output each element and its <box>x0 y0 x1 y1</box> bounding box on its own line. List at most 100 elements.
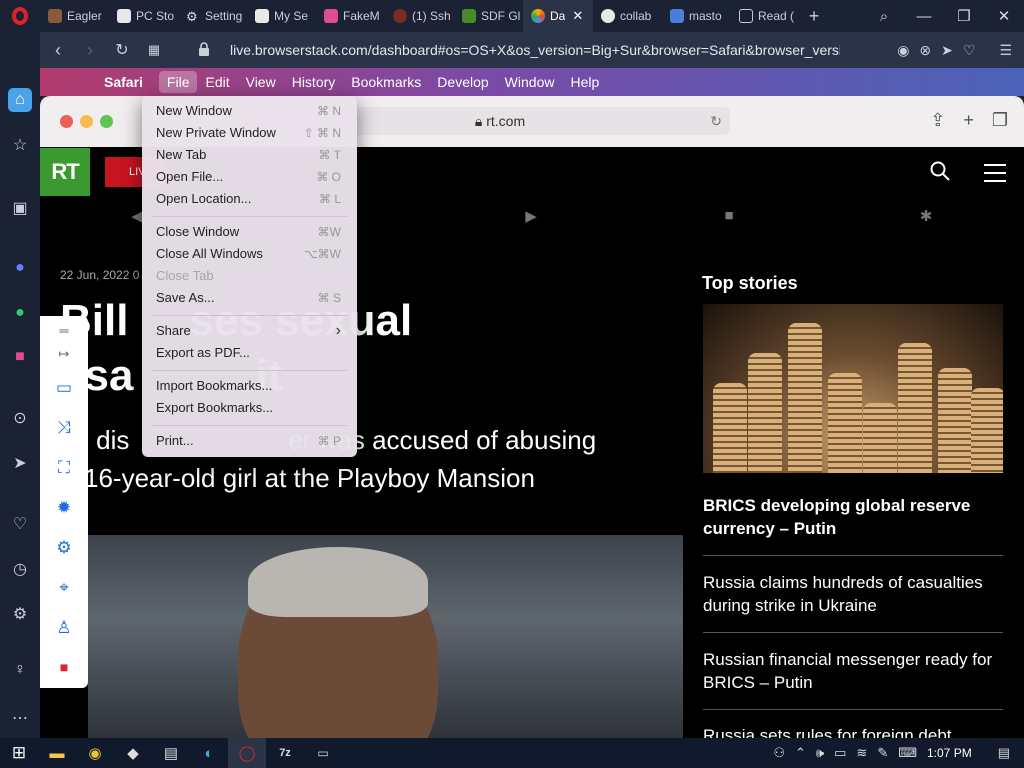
vk-icon[interactable]: ✱ <box>915 207 937 225</box>
hamburger-menu-icon[interactable] <box>984 164 1006 188</box>
store-icon[interactable]: ▤ <box>152 738 190 768</box>
speed-dial-grid-icon[interactable]: ▦ <box>138 42 170 58</box>
drag-handle-icon[interactable]: ═ <box>52 318 76 342</box>
menu-item-open-file[interactable]: Open File... ⌘ O <box>156 167 341 187</box>
story-link[interactable]: BRICS developing global reserve currency… <box>703 494 1003 540</box>
clock[interactable]: 1:07 PM <box>927 746 972 760</box>
star-icon[interactable]: ☆ <box>8 133 32 157</box>
stop-session-icon[interactable]: ⏹ <box>52 656 76 680</box>
player-icon[interactable]: ⊙ <box>8 406 32 430</box>
restore-icon[interactable]: ❐ <box>944 7 984 25</box>
switch-device-icon[interactable]: ▭ <box>52 376 76 400</box>
menu-item-export-bookmarks[interactable]: Export Bookmarks... <box>156 398 341 418</box>
tab[interactable]: (1) Ssh <box>385 0 454 32</box>
close-window-icon[interactable]: ✕ <box>984 7 1024 25</box>
menu-develop[interactable]: Develop <box>429 71 496 93</box>
tab-search-icon[interactable]: ⌕ <box>864 8 904 25</box>
top-story-image[interactable] <box>703 304 1003 473</box>
tab[interactable]: My Se <box>247 0 316 32</box>
switch-browser-icon[interactable]: ⤨ <box>52 416 76 440</box>
windows-start-icon[interactable]: ⊞ <box>0 738 38 768</box>
people-icon[interactable]: ⚇ <box>773 745 785 761</box>
instagram-icon[interactable]: ■ <box>8 345 32 369</box>
location-pin-icon[interactable]: ⌖ <box>52 576 76 600</box>
chrome-icon[interactable]: ◉ <box>76 738 114 768</box>
menu-app-name[interactable]: Safari <box>96 71 151 93</box>
menu-help[interactable]: Help <box>562 71 607 93</box>
tab-overview-icon[interactable]: ❐ <box>992 110 1008 131</box>
wifi-icon[interactable]: ≋ <box>856 745 867 761</box>
close-tab-icon[interactable]: ✕ <box>572 8 583 24</box>
network-icon[interactable]: ▭ <box>834 745 846 761</box>
menu-file[interactable]: File <box>158 71 198 93</box>
story-link[interactable]: Russia sets rules for foreign debt <box>703 724 1003 738</box>
story-link[interactable]: Russian financial messenger ready for BR… <box>703 648 1003 694</box>
menu-item-save-as[interactable]: Save As... ⌘ S <box>156 288 341 308</box>
menu-item-close-all-windows[interactable]: Close All Windows ⌥⌘W <box>156 244 341 264</box>
rt-logo[interactable]: RT <box>40 148 90 196</box>
bug-report-icon[interactable]: ✹ <box>52 496 76 520</box>
menu-view[interactable]: View <box>238 71 284 93</box>
site-search-icon[interactable] <box>930 161 950 181</box>
tab[interactable]: FakeM <box>316 0 385 32</box>
heart-icon[interactable]: ♡ <box>8 512 32 536</box>
menu-item-close-window[interactable]: Close Window ⌘W <box>156 222 341 242</box>
menu-item-print[interactable]: Print... ⌘ P <box>156 431 341 451</box>
adblock-icon[interactable]: ⊗ <box>919 42 931 59</box>
tab[interactable]: SDF Gl <box>454 0 523 32</box>
safari-close-button[interactable] <box>60 115 73 128</box>
menu-item-export-pdf[interactable]: Export as PDF... <box>156 343 341 363</box>
shopping-bag-icon[interactable]: ▣ <box>8 196 32 220</box>
menu-edit[interactable]: Edit <box>197 71 237 93</box>
opera-taskbar-icon[interactable]: ◯ <box>228 738 266 768</box>
tab[interactable]: collab <box>593 0 662 32</box>
edge-icon[interactable]: ◐ <box>190 738 228 768</box>
tab[interactable]: ⚙ Setting <box>178 0 247 32</box>
address-input[interactable]: live.browserstack.com/dashboard#os=OS+X&… <box>230 32 840 68</box>
menu-history[interactable]: History <box>284 71 344 93</box>
easy-setup-icon[interactable]: ☰ <box>999 42 1012 59</box>
menu-item-new-private-window[interactable]: New Private Window ⇧ ⌘ N <box>156 123 341 143</box>
settings-icon[interactable]: ⚙ <box>8 602 32 626</box>
menu-item-share[interactable]: Share › <box>156 321 341 341</box>
safari-zoom-button[interactable] <box>100 115 113 128</box>
fit-to-screen-icon[interactable]: ⛶ <box>52 456 76 480</box>
tab[interactable]: PC Sto <box>109 0 178 32</box>
menu-item-new-window[interactable]: New Window ⌘ N <box>156 101 341 121</box>
tab-active[interactable]: Da ✕ <box>523 0 593 32</box>
tab[interactable]: Eagler <box>40 0 109 32</box>
history-clock-icon[interactable]: ◷ <box>8 557 32 581</box>
tab[interactable]: Read ( <box>731 0 800 32</box>
terminal-icon[interactable]: ▭ <box>304 738 342 768</box>
safari-minimize-button[interactable] <box>80 115 93 128</box>
back-icon[interactable]: ‹ <box>42 40 74 61</box>
accessibility-icon[interactable]: ♙ <box>52 616 76 640</box>
lightbulb-icon[interactable]: ♀ <box>8 658 32 682</box>
reload-icon[interactable]: ↻ <box>106 40 138 60</box>
article-photo[interactable] <box>88 535 683 738</box>
menu-item-import-bookmarks[interactable]: Import Bookmarks... <box>156 376 341 396</box>
whatsapp-icon[interactable]: ● <box>8 301 32 325</box>
send-flow-icon[interactable]: ➤ <box>941 42 953 59</box>
new-tab-icon[interactable]: + <box>963 110 974 131</box>
settings-gear-icon[interactable]: ⚙ <box>52 536 76 560</box>
app-icon[interactable]: ◆ <box>114 738 152 768</box>
rumble-icon[interactable]: ■ <box>718 207 740 225</box>
tray-chevron-icon[interactable]: ⌃ <box>795 745 806 761</box>
notifications-icon[interactable]: ▤ <box>998 745 1010 761</box>
keyboard-icon[interactable]: ⌨ <box>898 745 917 761</box>
7zip-icon[interactable]: 7z <box>266 738 304 768</box>
share-icon[interactable]: ⇪ <box>930 110 945 131</box>
tab[interactable]: masto <box>662 0 731 32</box>
heart-bookmark-icon[interactable]: ♡ <box>963 42 976 59</box>
menu-item-open-location[interactable]: Open Location... ⌘ L <box>156 189 341 209</box>
pen-icon[interactable]: ✎ <box>877 745 888 761</box>
forward-icon[interactable]: › <box>74 40 106 61</box>
menu-window[interactable]: Window <box>497 71 563 93</box>
minimize-icon[interactable]: — <box>904 8 944 25</box>
send-icon[interactable]: ➤ <box>8 451 32 475</box>
file-explorer-icon[interactable]: ▬ <box>38 738 76 768</box>
volume-icon[interactable]: 🕪︎ <box>816 745 824 761</box>
menu-bookmarks[interactable]: Bookmarks <box>343 71 429 93</box>
home-icon[interactable]: ⌂ <box>8 88 32 112</box>
